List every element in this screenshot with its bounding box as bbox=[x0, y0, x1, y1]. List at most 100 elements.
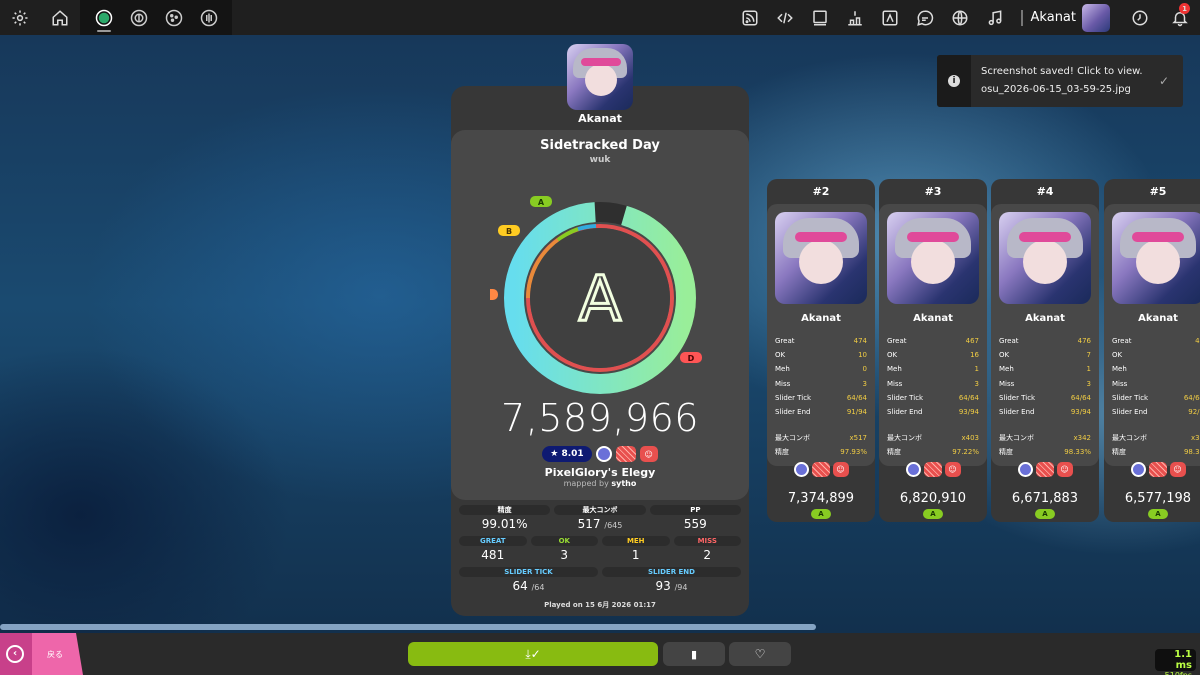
card-stat-row: 最大コンボ x342 bbox=[999, 434, 1091, 443]
card-stat-row: Slider Tick64/64 bbox=[999, 393, 1091, 402]
news-icon[interactable] bbox=[733, 0, 768, 35]
song-title: Sidetracked Day bbox=[540, 138, 660, 153]
player-avatar[interactable] bbox=[567, 44, 633, 110]
mod-icon-face[interactable]: ☺ bbox=[832, 462, 849, 477]
volume-separator bbox=[1020, 9, 1023, 26]
leaderboard-card[interactable]: #2 Akanat Great 474 OK 10 Meh 0 Miss 3 Slider Ti… bbox=[767, 179, 875, 522]
card-avatar[interactable] bbox=[1112, 212, 1200, 304]
beatmap-listing-icon[interactable] bbox=[803, 0, 838, 35]
book-icon: ▮ bbox=[690, 647, 698, 661]
horizontal-scrollbar[interactable] bbox=[0, 624, 816, 630]
card-stat-row: Great47 bbox=[1112, 337, 1200, 345]
card-stat-row: Great 467 bbox=[887, 337, 979, 345]
card-stat-row: Slider End92/9 bbox=[1112, 407, 1200, 416]
download-replay-button[interactable]: ⤓✓ bbox=[408, 642, 658, 666]
taiko-ruleset-icon[interactable] bbox=[121, 0, 156, 35]
toolbar-avatar[interactable] bbox=[1082, 3, 1110, 32]
mod-icon-striped[interactable] bbox=[811, 462, 830, 477]
svg-text:A: A bbox=[538, 198, 545, 207]
mod-icon-classic[interactable] bbox=[905, 462, 921, 477]
globe-icon[interactable] bbox=[943, 0, 978, 35]
card-stats: Great 474 OK 10 Meh 0 Miss 3 Slider Tick 64/64 Sli… bbox=[775, 334, 867, 460]
stat-slider-tick: SLIDER TICK 64 /64 bbox=[459, 567, 598, 594]
settings-icon[interactable] bbox=[0, 0, 40, 35]
mod-icon-face[interactable]: ☺ bbox=[639, 446, 658, 462]
card-stat-row: 精度 98.33% bbox=[999, 448, 1091, 457]
stat-pp: PP 559 bbox=[649, 505, 741, 532]
card-username[interactable]: Akanat bbox=[1104, 313, 1200, 324]
card-score: 6,577,198 bbox=[1124, 491, 1192, 506]
chart-icon[interactable] bbox=[873, 0, 908, 35]
card-body: Akanat Great 476 OK 7 Meh 1 Miss 3 Slider Tick 64… bbox=[991, 204, 1099, 466]
clock-icon[interactable] bbox=[1120, 0, 1160, 35]
card-stat-row: 精度 97.22% bbox=[887, 448, 979, 457]
card-rank: #5 bbox=[1149, 185, 1167, 198]
mapped-by: mapped by sytho bbox=[563, 479, 637, 488]
card-stat-row: Miss 3 bbox=[775, 379, 867, 388]
card-stat-row: 精度 97.93% bbox=[775, 448, 867, 457]
mod-icon-face[interactable]: ☺ bbox=[1056, 462, 1073, 477]
card-stat-row: Slider Tick64/64 bbox=[1112, 393, 1200, 402]
song-artist: wuk bbox=[589, 155, 611, 165]
music-icon[interactable] bbox=[978, 0, 1013, 35]
home-icon[interactable] bbox=[40, 0, 80, 35]
star-rating: ★ 8.01 bbox=[542, 446, 592, 462]
card-username[interactable]: Akanat bbox=[767, 313, 875, 324]
card-avatar[interactable] bbox=[999, 212, 1091, 304]
stat-max-combo: 最大コンボ 517 /645 bbox=[554, 505, 646, 532]
card-avatar[interactable] bbox=[887, 212, 979, 304]
mod-icon-classic[interactable] bbox=[793, 462, 809, 477]
mod-icon-striped[interactable] bbox=[1148, 462, 1167, 477]
leaderboard-card[interactable]: #5 Akanat Great47 OK Meh Miss Slider Tick64/… bbox=[1104, 179, 1200, 522]
mod-icon-face[interactable]: ☺ bbox=[1169, 462, 1186, 477]
player-username[interactable]: Akanat bbox=[451, 112, 749, 125]
grade-marker-c: C bbox=[490, 289, 498, 300]
code-icon[interactable] bbox=[768, 0, 803, 35]
rankings-icon[interactable] bbox=[838, 0, 873, 35]
leaderboard-card[interactable]: #4 Akanat Great 476 OK 7 Meh 1 Miss 3 Slider Tic… bbox=[991, 179, 1099, 522]
mod-icon-face[interactable]: ☺ bbox=[944, 462, 961, 477]
chat-icon[interactable] bbox=[908, 0, 943, 35]
mod-icon-classic[interactable] bbox=[1017, 462, 1033, 477]
notification-bell-icon[interactable]: 1 bbox=[1160, 0, 1200, 35]
statistics-grid: 精度 99.01% 最大コンボ 517 /645 PP 559 GREAT 48… bbox=[459, 505, 741, 598]
fps-counter: 1.1 ms 510fps bbox=[1155, 649, 1196, 675]
card-score: 6,671,883 bbox=[1011, 491, 1079, 506]
card-grade-badge: A bbox=[923, 509, 943, 519]
card-stat-row: Meh 1 bbox=[887, 365, 979, 374]
difficulty-name: PixelGlory's Elegy bbox=[544, 466, 656, 479]
back-button[interactable]: ‹ 戻る bbox=[0, 633, 83, 675]
card-stats: Great 476 OK 7 Meh 1 Miss 3 Slider Tick 64/64 Slid… bbox=[999, 334, 1091, 460]
screenshot-toast[interactable]: i Screenshot saved! Click to view. osu_2… bbox=[937, 55, 1183, 107]
mod-icon-striped[interactable] bbox=[923, 462, 942, 477]
card-stat-row: 最大コンボ x517 bbox=[775, 434, 867, 443]
card-username[interactable]: Akanat bbox=[991, 313, 1099, 324]
mania-ruleset-icon[interactable] bbox=[191, 0, 226, 35]
card-score: 6,820,910 bbox=[899, 491, 967, 506]
mod-icon-classic[interactable] bbox=[1130, 462, 1146, 477]
catch-ruleset-icon[interactable] bbox=[156, 0, 191, 35]
accuracy-ring: A A B C D bbox=[490, 196, 702, 394]
card-stat-row: Slider End 93/94 bbox=[887, 407, 979, 416]
mod-icon-classic[interactable] bbox=[595, 446, 612, 462]
card-rank: #4 bbox=[1036, 185, 1054, 198]
osu-ruleset-icon[interactable] bbox=[86, 0, 121, 35]
stat-great: GREAT 481 bbox=[459, 536, 527, 563]
mapper-name[interactable]: sytho bbox=[611, 479, 636, 488]
replay-button[interactable]: ▮ bbox=[663, 642, 725, 666]
favourite-button[interactable]: ♡ bbox=[729, 642, 791, 666]
svg-text:D: D bbox=[688, 354, 695, 363]
mod-icon-striped[interactable] bbox=[1035, 462, 1054, 477]
grade-marker-a: A bbox=[530, 196, 552, 207]
info-icon: i bbox=[948, 75, 960, 87]
card-stat-row: OK bbox=[1112, 351, 1123, 360]
mod-icon-striped[interactable] bbox=[615, 446, 636, 462]
card-username[interactable]: Akanat bbox=[879, 313, 987, 324]
card-avatar[interactable] bbox=[775, 212, 867, 304]
card-stat-row: OK 7 bbox=[999, 351, 1091, 360]
svg-text:B: B bbox=[506, 227, 512, 236]
toolbar-username[interactable]: Akanat bbox=[1031, 10, 1076, 25]
card-body: Akanat Great47 OK Meh Miss Slider Tick64/64 S… bbox=[1104, 204, 1200, 466]
leaderboard-card[interactable]: #3 Akanat Great 467 OK 16 Meh 1 Miss 3 Slider Ti… bbox=[879, 179, 987, 522]
card-mods: ☺ bbox=[767, 462, 875, 477]
